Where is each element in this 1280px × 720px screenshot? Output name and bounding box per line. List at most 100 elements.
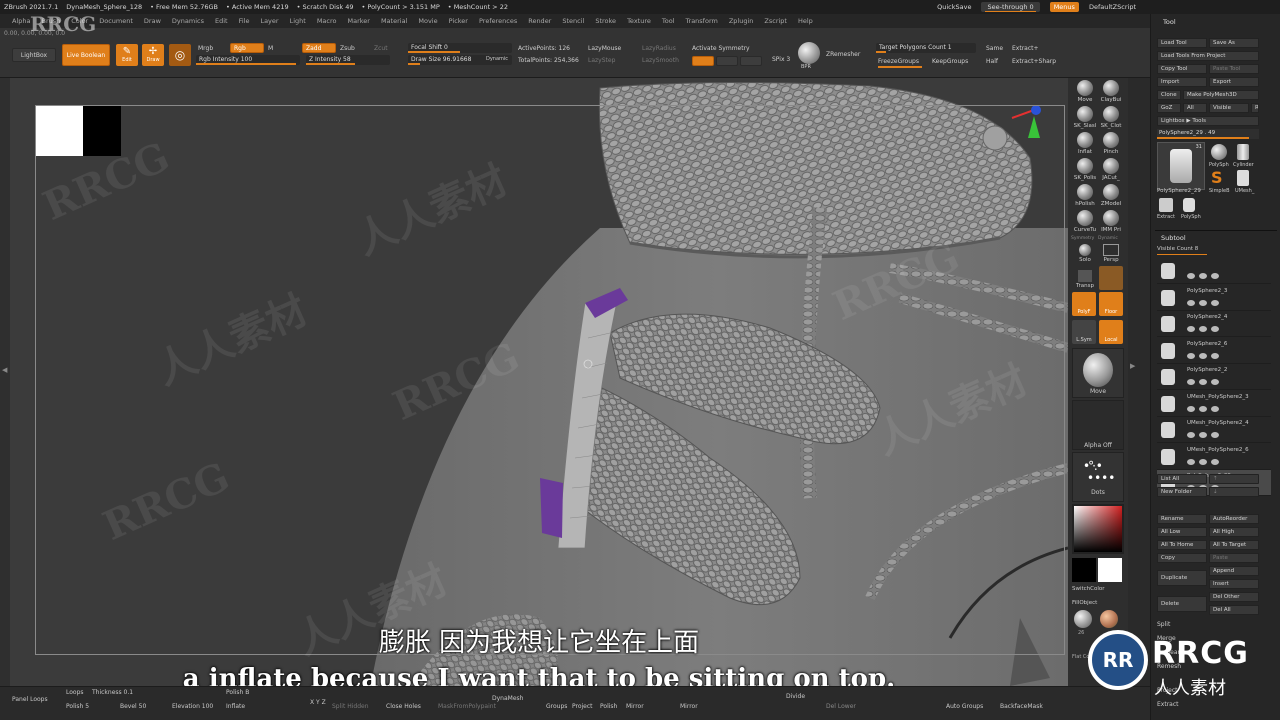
autoreorder-button[interactable]: AutoReorder — [1209, 514, 1259, 524]
move-up-button[interactable]: ⇡ — [1209, 474, 1259, 484]
polypaint-toggle-icon[interactable] — [1199, 405, 1207, 412]
primary-color-swatch[interactable] — [1098, 558, 1122, 582]
cylinder-icon[interactable] — [1237, 144, 1249, 160]
keepgroups-button[interactable]: KeepGroups — [932, 58, 968, 65]
panel-loops-button[interactable]: Panel Loops — [12, 696, 48, 703]
polypaint-toggle-icon[interactable] — [1199, 379, 1207, 385]
folder-toggle-icon[interactable] — [1211, 379, 1219, 385]
xyz-button[interactable]: X Y Z — [310, 699, 326, 706]
all-to-target-button[interactable]: All To Target — [1209, 540, 1259, 550]
mirror-button[interactable]: Mirror — [626, 703, 644, 710]
menu-light[interactable]: Light — [290, 17, 306, 25]
groups-button[interactable]: Groups — [546, 703, 567, 710]
zremesher-button[interactable]: ZRemesher — [826, 51, 860, 58]
bevel-slider[interactable]: Bevel 50 — [120, 703, 146, 710]
menu-tool[interactable]: Tool — [662, 17, 675, 25]
visibility-toggle-icon[interactable] — [1187, 432, 1195, 438]
brush-jacut[interactable]: JACut_ — [1098, 158, 1124, 181]
target-polygons-slider[interactable]: Target Polygons Count 1 — [876, 43, 976, 53]
folder-toggle-icon[interactable] — [1211, 432, 1219, 438]
menu-zplugin[interactable]: Zplugin — [729, 17, 754, 25]
visibility-toggle-icon[interactable] — [1187, 379, 1195, 385]
new-folder-button[interactable]: New Folder — [1157, 487, 1207, 497]
see-through-slider[interactable]: See-through 0 — [981, 2, 1040, 12]
subtool-row[interactable]: PolySphere2_2 — [1157, 364, 1271, 390]
brush-move[interactable]: Move — [1072, 80, 1098, 103]
alpha-slot[interactable]: Alpha Off — [1072, 400, 1124, 450]
menu-draw[interactable]: Draw — [144, 17, 161, 25]
tool-panel-title[interactable]: Tool — [1163, 18, 1176, 26]
elevation-slider[interactable]: Elevation 100 — [172, 703, 213, 710]
live-boolean-button[interactable]: Live Boolean — [62, 44, 110, 66]
visibility-toggle-icon[interactable] — [1187, 458, 1195, 465]
polish-slider[interactable]: Polish 5 — [66, 703, 89, 710]
stroke-slot[interactable]: •°·.• •••• Dots — [1072, 452, 1124, 502]
zcut-button[interactable]: Zcut — [374, 45, 388, 52]
move-down-button[interactable]: ⇣ — [1209, 487, 1259, 497]
flat-color-button[interactable]: Flat Co — [1072, 654, 1089, 660]
paste-button[interactable]: Paste — [1209, 553, 1259, 563]
visibility-toggle-icon[interactable] — [1187, 326, 1195, 332]
menu-stencil[interactable]: Stencil — [562, 17, 584, 25]
brush-sk-slash[interactable]: SK_Slasl — [1072, 106, 1098, 129]
menu-transform[interactable]: Transform — [686, 17, 718, 25]
insert-button[interactable]: Insert — [1209, 579, 1259, 589]
lazysmooth-slider[interactable]: LazySmooth — [642, 57, 679, 64]
list-all-button[interactable]: List All — [1157, 474, 1207, 484]
goz-button[interactable]: GoZ — [1157, 103, 1181, 113]
persp-button[interactable]: Persp — [1098, 244, 1124, 263]
local-button[interactable]: Local — [1099, 320, 1123, 344]
loops-slider[interactable]: Loops — [66, 689, 84, 696]
solo-button[interactable]: Solo — [1072, 244, 1098, 263]
tray-arrow-icon[interactable]: ▶ — [1130, 362, 1135, 370]
spix-slider[interactable]: SPix 3 — [772, 56, 790, 63]
skin-material-icon[interactable] — [1100, 610, 1118, 628]
rgb-intensity-slider[interactable]: Rgb Intensity 100 — [196, 55, 300, 65]
project-button[interactable]: Project — [572, 703, 593, 710]
umesh-icon[interactable] — [1237, 170, 1249, 186]
folder-toggle-icon[interactable] — [1211, 405, 1219, 412]
visible-button[interactable]: Visible — [1209, 103, 1249, 113]
brush-inflat[interactable]: Inflat — [1072, 132, 1098, 155]
left-tray[interactable]: ◀ — [0, 78, 10, 686]
brush-imm-primitives[interactable]: IMM Pri — [1098, 210, 1124, 233]
lsym-button[interactable]: L.Sym — [1072, 320, 1096, 344]
load-tools-from-project-button[interactable]: Load Tools From Project — [1157, 51, 1259, 61]
brush-sk-polish[interactable]: SK_Polis — [1072, 158, 1098, 181]
subtool-row[interactable]: UMesh_PolySphere2_3 — [1157, 391, 1271, 417]
append-button[interactable]: Append — [1209, 566, 1259, 576]
visibility-toggle-icon[interactable] — [1187, 405, 1195, 412]
menu-stroke[interactable]: Stroke — [595, 17, 616, 25]
brush-pinch[interactable]: Pinch — [1098, 132, 1124, 155]
half-button[interactable]: Half — [986, 58, 998, 65]
extract-sharp-button[interactable]: Extract+Sharp — [1012, 58, 1056, 65]
export-button[interactable]: Export — [1209, 77, 1259, 87]
rgb-button[interactable]: Rgb — [230, 43, 264, 53]
bpr-sphere-icon[interactable] — [798, 42, 820, 64]
close-holes-button[interactable]: Close Holes — [386, 703, 421, 710]
menu-dynamics[interactable]: Dynamics — [172, 17, 204, 25]
right-tray[interactable]: ▶ — [1128, 78, 1150, 686]
all-to-home-button[interactable]: All To Home — [1157, 540, 1207, 550]
menu-zscript[interactable]: Zscript — [764, 17, 787, 25]
menu-marker[interactable]: Marker — [347, 17, 369, 25]
z-intensity-slider[interactable]: Z Intensity 58 — [306, 55, 390, 65]
brush-sk-cloth[interactable]: SK_Clot — [1098, 106, 1124, 129]
dynamic-button[interactable]: Dynamic — [486, 56, 508, 62]
duplicate-button[interactable]: Duplicate — [1157, 570, 1207, 586]
floor-button[interactable]: Floor — [1099, 292, 1123, 316]
polypaint-toggle-icon[interactable] — [1199, 299, 1207, 306]
tray-arrow-icon[interactable]: ◀ — [2, 366, 7, 374]
divide-button[interactable]: Divide — [786, 693, 805, 700]
visibility-toggle-icon[interactable] — [1187, 352, 1195, 359]
load-tool-button[interactable]: Load Tool — [1157, 38, 1207, 48]
menu-macro[interactable]: Macro — [317, 17, 337, 25]
transp-button[interactable]: Transp — [1072, 270, 1098, 289]
simple-brush-icon[interactable]: S — [1211, 168, 1223, 187]
subtool-row[interactable]: PolySphere2_4 — [1157, 311, 1271, 337]
secondary-color-swatch[interactable] — [1072, 558, 1096, 582]
canvas-viewport[interactable]: 人人素材 人人素材 RRCG RRCG RRCG 人人素材 RRCG 人人素材 … — [10, 78, 1068, 686]
current-brush-slot[interactable]: Move — [1072, 348, 1124, 398]
folder-toggle-icon[interactable] — [1211, 299, 1219, 306]
auto-groups-button[interactable]: Auto Groups — [946, 703, 983, 710]
